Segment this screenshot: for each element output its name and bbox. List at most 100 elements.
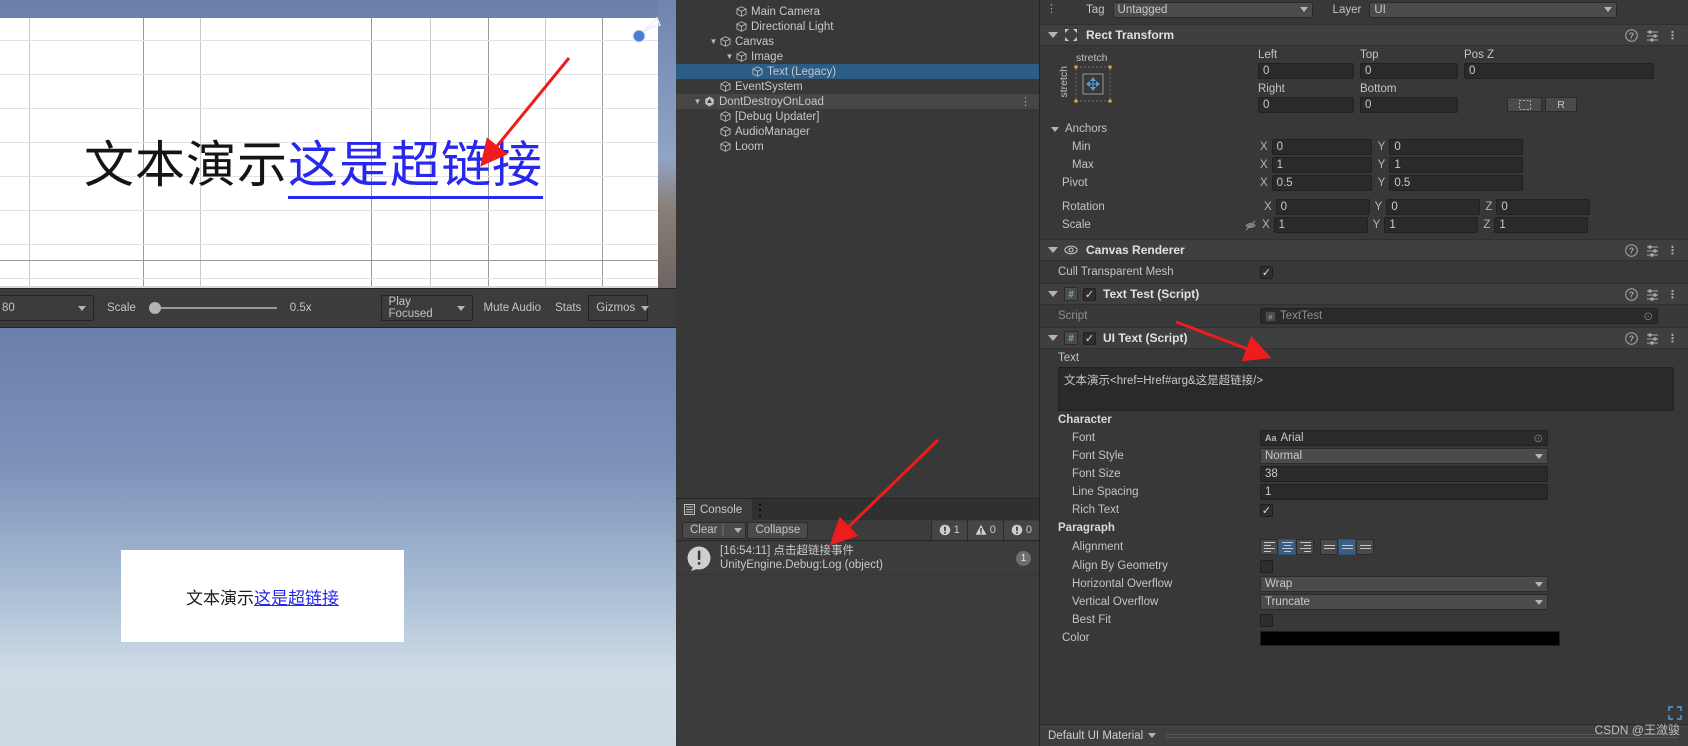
line-spacing-input[interactable]: 1 bbox=[1260, 484, 1548, 500]
scale-slider[interactable] bbox=[148, 301, 277, 315]
font-size-input[interactable]: 38 bbox=[1260, 466, 1548, 482]
gizmos-dropdown[interactable]: Gizmos bbox=[588, 295, 650, 321]
resolution-dropdown[interactable]: 80 bbox=[0, 295, 94, 321]
game-view[interactable]: 文本演示这是超链接 bbox=[0, 328, 676, 746]
constrain-proportions-off-icon[interactable] bbox=[1244, 219, 1257, 232]
clear-button[interactable]: Clear | bbox=[682, 521, 747, 539]
hierarchy-item-canvas[interactable]: ▼ Canvas bbox=[676, 34, 1039, 49]
play-focused-dropdown[interactable]: Play Focused bbox=[380, 295, 473, 321]
tag-dropdown[interactable]: Untagged bbox=[1112, 1, 1313, 18]
align-left-button[interactable] bbox=[1260, 539, 1278, 555]
component-header-rect-transform[interactable]: Rect Transform ? ⋮ bbox=[1040, 24, 1688, 46]
component-menu-kebab-icon[interactable]: ⋮ bbox=[1667, 244, 1678, 257]
chevron-down-icon[interactable] bbox=[734, 527, 743, 533]
collapse-triangle-icon[interactable] bbox=[1048, 335, 1058, 341]
console-log-list[interactable]: [16:54:11] 点击超链接事件 UnityEngine.Debug:Log… bbox=[676, 542, 1039, 746]
raw-edit-button[interactable]: R bbox=[1545, 97, 1577, 112]
help-icon[interactable]: ? bbox=[1625, 28, 1638, 42]
mute-audio-button[interactable]: Mute Audio bbox=[477, 295, 549, 321]
disclosure-triangle-icon[interactable]: ▼ bbox=[724, 52, 735, 61]
component-menu-kebab-icon[interactable]: ⋮ bbox=[1667, 332, 1678, 345]
font-style-dropdown[interactable]: Normal bbox=[1260, 448, 1548, 464]
collapse-triangle-icon[interactable] bbox=[1048, 32, 1058, 38]
collapse-triangle-icon[interactable] bbox=[1051, 126, 1059, 132]
help-icon[interactable]: ? bbox=[1625, 243, 1638, 257]
preset-icon[interactable] bbox=[1646, 244, 1659, 257]
console-toolbar[interactable]: Clear | Collapse 1 0 0 bbox=[676, 520, 1039, 541]
console-panel[interactable]: Console ⋮ Clear | Collapse 1 0 0 [16:54:… bbox=[676, 498, 1040, 746]
preset-icon[interactable] bbox=[1646, 332, 1659, 345]
pivot-y-input[interactable]: 0.5 bbox=[1389, 175, 1524, 191]
hierarchy-item-loom[interactable]: Loom bbox=[676, 139, 1039, 154]
alignment-horizontal-group[interactable] bbox=[1260, 539, 1314, 555]
component-menu-kebab-icon[interactable]: ⋮ bbox=[1667, 29, 1678, 42]
anchor-max-y-input[interactable]: 1 bbox=[1389, 157, 1524, 173]
anchor-max-x-input[interactable]: 1 bbox=[1271, 157, 1372, 173]
error-counter[interactable]: 1 bbox=[930, 520, 967, 540]
hierarchy-item-directional-light[interactable]: Directional Light bbox=[676, 19, 1039, 34]
info-counter[interactable]: 0 bbox=[1002, 520, 1039, 540]
anchor-min-x-input[interactable]: 0 bbox=[1271, 139, 1372, 155]
rotation-x-input[interactable]: 0 bbox=[1275, 199, 1370, 215]
hierarchy-item-eventsystem[interactable]: EventSystem bbox=[676, 79, 1039, 94]
align-by-geometry-checkbox[interactable] bbox=[1260, 559, 1273, 573]
game-view-toolbar[interactable]: 80 Scale 0.5x Play Focused Mute Audio St… bbox=[0, 288, 676, 328]
help-icon[interactable]: ? bbox=[1625, 287, 1638, 301]
blueprint-mode-button[interactable] bbox=[1507, 97, 1542, 112]
inspector-panel[interactable]: ⋮ Tag Untagged Layer UI Rect Transform ?… bbox=[1040, 0, 1688, 746]
expand-preview-icon[interactable] bbox=[1668, 706, 1682, 720]
right-input[interactable]: 0 bbox=[1258, 97, 1354, 113]
align-middle-button[interactable] bbox=[1338, 539, 1356, 555]
tab-console[interactable]: Console bbox=[676, 499, 753, 520]
hierarchy-item-main-camera[interactable]: Main Camera bbox=[676, 4, 1039, 19]
vertical-overflow-dropdown[interactable]: Truncate bbox=[1260, 594, 1548, 610]
align-bottom-button[interactable] bbox=[1356, 539, 1374, 555]
warning-counter[interactable]: 0 bbox=[966, 520, 1003, 540]
scale-z-input[interactable]: 1 bbox=[1494, 217, 1589, 233]
component-menu-kebab-icon[interactable]: ⋮ bbox=[1667, 288, 1678, 301]
align-right-button[interactable] bbox=[1296, 539, 1314, 555]
collapse-triangle-icon[interactable] bbox=[1048, 247, 1058, 253]
alignment-vertical-group[interactable] bbox=[1320, 539, 1374, 555]
collapse-button[interactable]: Collapse bbox=[747, 521, 809, 539]
script-object-field[interactable]: # TextTest ⊙ bbox=[1260, 308, 1658, 324]
scale-slider-knob[interactable] bbox=[148, 302, 161, 314]
console-menu-kebab-icon[interactable]: ⋮ bbox=[752, 500, 768, 520]
scale-x-input[interactable]: 1 bbox=[1273, 217, 1368, 233]
font-object-field[interactable]: Aa Arial ⊙ bbox=[1260, 430, 1548, 446]
align-top-button[interactable] bbox=[1320, 539, 1338, 555]
best-fit-checkbox[interactable] bbox=[1260, 613, 1273, 627]
bottom-input[interactable]: 0 bbox=[1360, 97, 1458, 113]
text-test-enabled-checkbox[interactable]: ✓ bbox=[1083, 287, 1096, 301]
rotation-z-input[interactable]: 0 bbox=[1496, 199, 1591, 215]
hierarchy-item-debug-updater[interactable]: [Debug Updater] bbox=[676, 109, 1039, 124]
layer-dropdown[interactable]: UI bbox=[1369, 1, 1618, 18]
anchor-preset-widget[interactable] bbox=[1073, 64, 1113, 104]
hierarchy-menu-kebab-icon[interactable]: ⋮ bbox=[1020, 95, 1031, 108]
collapse-triangle-icon[interactable] bbox=[1048, 291, 1058, 297]
help-icon[interactable]: ? bbox=[1625, 331, 1638, 345]
inspector-menu-kebab-icon[interactable]: ⋮ bbox=[1046, 2, 1057, 15]
ui-text-enabled-checkbox[interactable]: ✓ bbox=[1083, 331, 1096, 345]
rotation-y-input[interactable]: 0 bbox=[1386, 199, 1481, 215]
hierarchy-item-dontdestroyonload[interactable]: ▼ DontDestroyOnLoad ⋮ bbox=[676, 94, 1039, 109]
hierarchy-item-text-legacy[interactable]: Text (Legacy) bbox=[676, 64, 1039, 79]
preset-icon[interactable] bbox=[1646, 288, 1659, 301]
disclosure-triangle-icon[interactable]: ▼ bbox=[692, 97, 703, 106]
hierarchy-panel[interactable]: Main Camera Directional Light ▼ Canvas ▼ Imag… bbox=[676, 0, 1040, 498]
posz-input[interactable]: 0 bbox=[1464, 63, 1654, 79]
cull-transparent-mesh-checkbox[interactable]: ✓ bbox=[1260, 265, 1273, 279]
color-swatch[interactable] bbox=[1260, 630, 1560, 646]
anchor-min-y-input[interactable]: 0 bbox=[1389, 139, 1524, 155]
component-header-canvas-renderer[interactable]: Canvas Renderer ? ⋮ bbox=[1040, 239, 1688, 261]
component-header-ui-text[interactable]: # ✓ UI Text (Script) ? ⋮ bbox=[1040, 327, 1688, 349]
component-header-text-test[interactable]: # ✓ Text Test (Script) ? ⋮ bbox=[1040, 283, 1688, 305]
scale-y-input[interactable]: 1 bbox=[1384, 217, 1479, 233]
console-log-entry[interactable]: [16:54:11] 点击超链接事件 UnityEngine.Debug:Log… bbox=[676, 542, 1039, 575]
scene-view[interactable]: 文本演示这是超链接 bbox=[0, 0, 676, 288]
top-input[interactable]: 0 bbox=[1360, 63, 1458, 79]
object-picker-icon[interactable]: ⊙ bbox=[1643, 309, 1653, 323]
hierarchy-item-image[interactable]: ▼ Image bbox=[676, 49, 1039, 64]
object-picker-icon[interactable]: ⊙ bbox=[1533, 431, 1543, 445]
disclosure-triangle-icon[interactable]: ▼ bbox=[708, 37, 719, 46]
